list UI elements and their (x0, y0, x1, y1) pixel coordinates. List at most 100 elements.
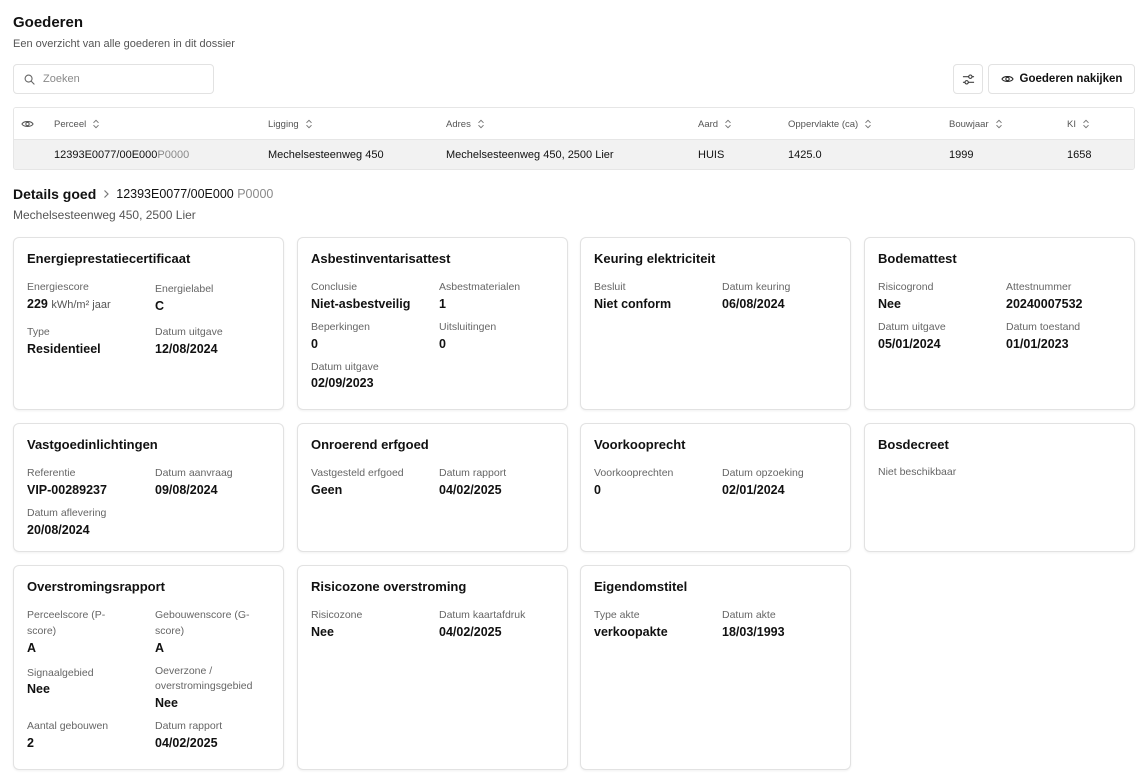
column-visibility-toggle[interactable] (21, 108, 34, 140)
field-oeverzone: Oeverzone / overstromingsgebied Nee (155, 664, 270, 711)
column-header-ki[interactable]: KI (1067, 108, 1090, 140)
table-row[interactable]: 12393E0077/00E000 P0000 Mechelsesteenweg … (14, 140, 1134, 169)
field-aantal-gebouwen: Aantal gebouwen 2 (27, 719, 155, 750)
column-header-ligging[interactable]: Ligging (268, 108, 313, 140)
field-label: Signaalgebied (27, 666, 94, 679)
breadcrumb-perceel-suffix: P0000 (237, 187, 274, 201)
card-title: Vastgoedinlichtingen (27, 437, 158, 452)
card-overstromingsrapport[interactable]: Overstromingsrapport Perceelscore (P-sco… (13, 565, 284, 770)
field-label: Gebouwenscore (G-score) (155, 609, 250, 637)
field-label: Datum uitgave (155, 325, 223, 338)
table-header: Perceel Ligging Adres Aard Oppervlakte (… (14, 108, 1134, 140)
field-label: Datum aflevering (27, 506, 107, 519)
card-onroerend-erfgoed[interactable]: Onroerend erfgoed Vastgesteld erfgoed Ge… (297, 423, 568, 552)
field-value: 01/01/2023 (1006, 336, 1069, 351)
column-header-aard[interactable]: Aard (698, 108, 732, 140)
field-value: Nee (878, 296, 901, 311)
cell-bouwjaar: 1999 (949, 149, 974, 161)
field-value: 0 (594, 482, 601, 497)
cell-perceel: 12393E0077/00E000 P0000 (54, 140, 189, 169)
field-value: Nee (311, 624, 334, 639)
search-input[interactable] (43, 73, 203, 85)
column-header-oppervlakte[interactable]: Oppervlakte (ca) (788, 108, 872, 140)
column-header-adres[interactable]: Adres (446, 108, 485, 140)
field-value: Niet conform (594, 296, 672, 311)
review-goods-label: Goederen nakijken (1019, 73, 1123, 85)
field-label: Datum kaartafdruk (439, 609, 526, 621)
card-title: Energieprestatiecertificaat (27, 251, 191, 266)
page-subtitle: Een overzicht van alle goederen in dit d… (13, 38, 235, 50)
field-energielabel: Energielabel C (155, 280, 270, 313)
field-value: 20/08/2024 (27, 522, 90, 537)
card-voorkooprecht[interactable]: Voorkooprecht Voorkooprechten 0 Datum op… (580, 423, 851, 552)
sort-icon[interactable] (995, 119, 1003, 129)
card-asbestinventarisattest[interactable]: Asbestinventarisattest Conclusie Niet-as… (297, 237, 568, 410)
field-label: Beperkingen (311, 320, 370, 333)
field-label: Datum rapport (439, 467, 507, 479)
field-conclusie: Conclusie Niet-asbestveilig (311, 280, 439, 311)
column-header-label: Oppervlakte (ca) (788, 118, 859, 130)
field-label: Vastgesteld erfgoed (311, 467, 404, 479)
field-label: Besluit (594, 281, 626, 293)
sort-icon[interactable] (305, 119, 313, 129)
cell-aard: HUIS (698, 149, 725, 161)
field-label: Datum rapport (155, 720, 223, 732)
card-energieprestatiecertificaat[interactable]: Energieprestatiecertificaat Energiescore… (13, 237, 284, 410)
field-perceelscore: Perceelscore (P-score) A (27, 608, 155, 655)
column-header-bouwjaar[interactable]: Bouwjaar (949, 108, 1003, 140)
search-box[interactable] (13, 64, 214, 94)
cell-ligging: Mechelsesteenweg 450 (268, 149, 384, 161)
field-energiescore: Energiescore 229 kWh/m² jaar (27, 280, 155, 313)
field-label: Asbestmaterialen (439, 281, 521, 293)
card-keuring-elektriciteit[interactable]: Keuring elektriciteit Besluit Niet confo… (580, 237, 851, 410)
cell-ki: 1658 (1067, 149, 1092, 161)
field-datum-rapport: Datum rapport 04/02/2025 (439, 466, 554, 497)
card-title: Bosdecreet (878, 437, 949, 452)
search-icon (24, 74, 35, 85)
card-bodemattest[interactable]: Bodemattest Risicogrond Nee Attestnummer… (864, 237, 1135, 410)
sort-icon[interactable] (92, 119, 100, 129)
card-risicozone-overstroming[interactable]: Risicozone overstroming Risicozone Nee D… (297, 565, 568, 770)
cell-adres: Mechelsesteenweg 450, 2500 Lier (446, 149, 614, 161)
field-value: 04/02/2025 (439, 482, 502, 497)
card-title: Voorkooprecht (594, 437, 686, 452)
field-value: 18/03/1993 (722, 624, 785, 639)
field-value: Residentieel (27, 341, 101, 356)
field-value: 0 (311, 336, 318, 351)
sort-icon[interactable] (724, 119, 732, 129)
field-label: Type (27, 325, 50, 338)
column-header-label: Adres (446, 118, 471, 130)
field-value: Nee (155, 696, 178, 710)
card-eigendomstitel[interactable]: Eigendomstitel Type akte verkoopakte Dat… (580, 565, 851, 770)
sort-icon[interactable] (477, 119, 485, 129)
sort-icon[interactable] (864, 119, 872, 129)
field-value: 0 (439, 336, 446, 351)
field-beperkingen: Beperkingen 0 (311, 320, 439, 351)
column-header-label: Perceel (54, 118, 87, 130)
field-value: 09/08/2024 (155, 482, 218, 497)
field-risicogrond: Risicogrond Nee (878, 280, 1006, 311)
sort-icon[interactable] (1082, 119, 1090, 129)
card-vastgoedinlichtingen[interactable]: Vastgoedinlichtingen Referentie VIP-0028… (13, 423, 284, 552)
column-header-perceel[interactable]: Perceel (54, 108, 100, 140)
field-label: Conclusie (311, 281, 358, 293)
filter-button[interactable] (953, 64, 983, 94)
page-title: Goederen (13, 14, 84, 31)
field-datum-uitgave: Datum uitgave 12/08/2024 (155, 325, 270, 356)
breadcrumb-perceel-id: 12393E0077/00E000 (116, 187, 234, 201)
field-datum-keuring: Datum keuring 06/08/2024 (722, 280, 837, 311)
field-datum-kaartafdruk: Datum kaartafdruk 04/02/2025 (439, 608, 554, 639)
field-value: 04/02/2025 (155, 735, 218, 750)
field-value: 02/01/2024 (722, 482, 785, 497)
field-signaalgebied: Signaalgebied Nee (27, 664, 155, 711)
card-title: Bodemattest (878, 251, 957, 266)
breadcrumb: Details goed 12393E0077/00E000 P0000 (13, 186, 273, 202)
field-datum-rapport: Datum rapport 04/02/2025 (155, 719, 270, 750)
card-title: Eigendomstitel (594, 579, 688, 594)
field-value: A (27, 640, 37, 655)
card-bosdecreet[interactable]: Bosdecreet Niet beschikbaar (864, 423, 1135, 552)
field-voorkooprechten: Voorkooprechten 0 (594, 466, 722, 497)
field-value: 20240007532 (1006, 296, 1083, 311)
review-goods-button[interactable]: Goederen nakijken (988, 64, 1135, 94)
field-asbestmaterialen: Asbestmaterialen 1 (439, 280, 554, 311)
